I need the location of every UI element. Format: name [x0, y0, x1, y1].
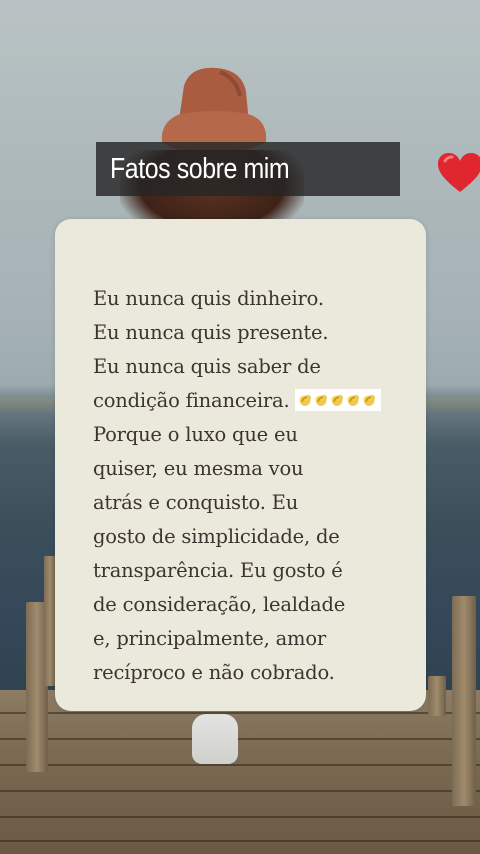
- quote-line: gosto de simplicidade, de: [93, 523, 423, 557]
- pier-plank: [0, 738, 480, 740]
- page-title: Fatos sobre mim: [110, 152, 290, 185]
- quote-line-text: transparência. Eu gosto é: [93, 559, 343, 582]
- quote-line-text: quiser, eu mesma vou: [93, 457, 304, 480]
- quote-line: quiser, eu mesma vou: [93, 455, 423, 489]
- text-card: Eu nunca quis dinheiro. Eu nunca quis pre…: [55, 219, 426, 711]
- quote-line: recíproco e não cobrado.: [93, 659, 423, 693]
- quote-line: Porque o luxo que eu: [93, 421, 423, 455]
- pier-plank: [0, 712, 480, 714]
- quote-line-text: e, principalmente, amor: [93, 627, 326, 650]
- quote-line: Eu nunca quis saber de: [93, 353, 423, 387]
- pier-plank: [0, 816, 480, 818]
- pier-plank: [0, 790, 480, 792]
- title-banner: Fatos sobre mim: [96, 142, 480, 196]
- clapping-hands-icon: [332, 394, 344, 406]
- quote-line: transparência. Eu gosto é: [93, 557, 423, 591]
- quote-line: atrás e conquisto. Eu: [93, 489, 423, 523]
- wooden-pier: [0, 690, 480, 854]
- quote-line: condição financeira.: [93, 387, 423, 421]
- clapping-hands-icon: [316, 394, 328, 406]
- pier-post: [452, 596, 476, 806]
- quote-line-text: Eu nunca quis dinheiro.: [93, 287, 324, 310]
- quote-line: de consideração, lealdade: [93, 591, 423, 625]
- pier-plank: [0, 764, 480, 766]
- heart-icon: [438, 153, 480, 192]
- clapping-emoji-strip: [295, 388, 382, 411]
- pier-post: [428, 676, 446, 716]
- clapping-hands-icon: [348, 394, 360, 406]
- quote-text: Eu nunca quis dinheiro. Eu nunca quis pre…: [93, 285, 423, 693]
- quote-line-text: recíproco e não cobrado.: [93, 661, 335, 684]
- quote-line-text: atrás e conquisto. Eu: [93, 491, 299, 514]
- quote-line-text: Eu nunca quis saber de: [93, 355, 321, 378]
- quote-line: Eu nunca quis dinheiro.: [93, 285, 423, 319]
- quote-line-text: condição financeira.: [93, 389, 290, 412]
- quote-line-text: gosto de simplicidade, de: [93, 525, 340, 548]
- pier-plank: [0, 840, 480, 842]
- sneaker-figure: [192, 714, 238, 764]
- quote-line-text: Eu nunca quis presente.: [93, 321, 329, 344]
- quote-line-text: de consideração, lealdade: [93, 593, 346, 616]
- clapping-hands-icon: [364, 394, 376, 406]
- quote-line: e, principalmente, amor: [93, 625, 423, 659]
- clapping-hands-icon: [300, 394, 312, 406]
- quote-line: Eu nunca quis presente.: [93, 319, 423, 353]
- quote-line-text: Porque o luxo que eu: [93, 423, 298, 446]
